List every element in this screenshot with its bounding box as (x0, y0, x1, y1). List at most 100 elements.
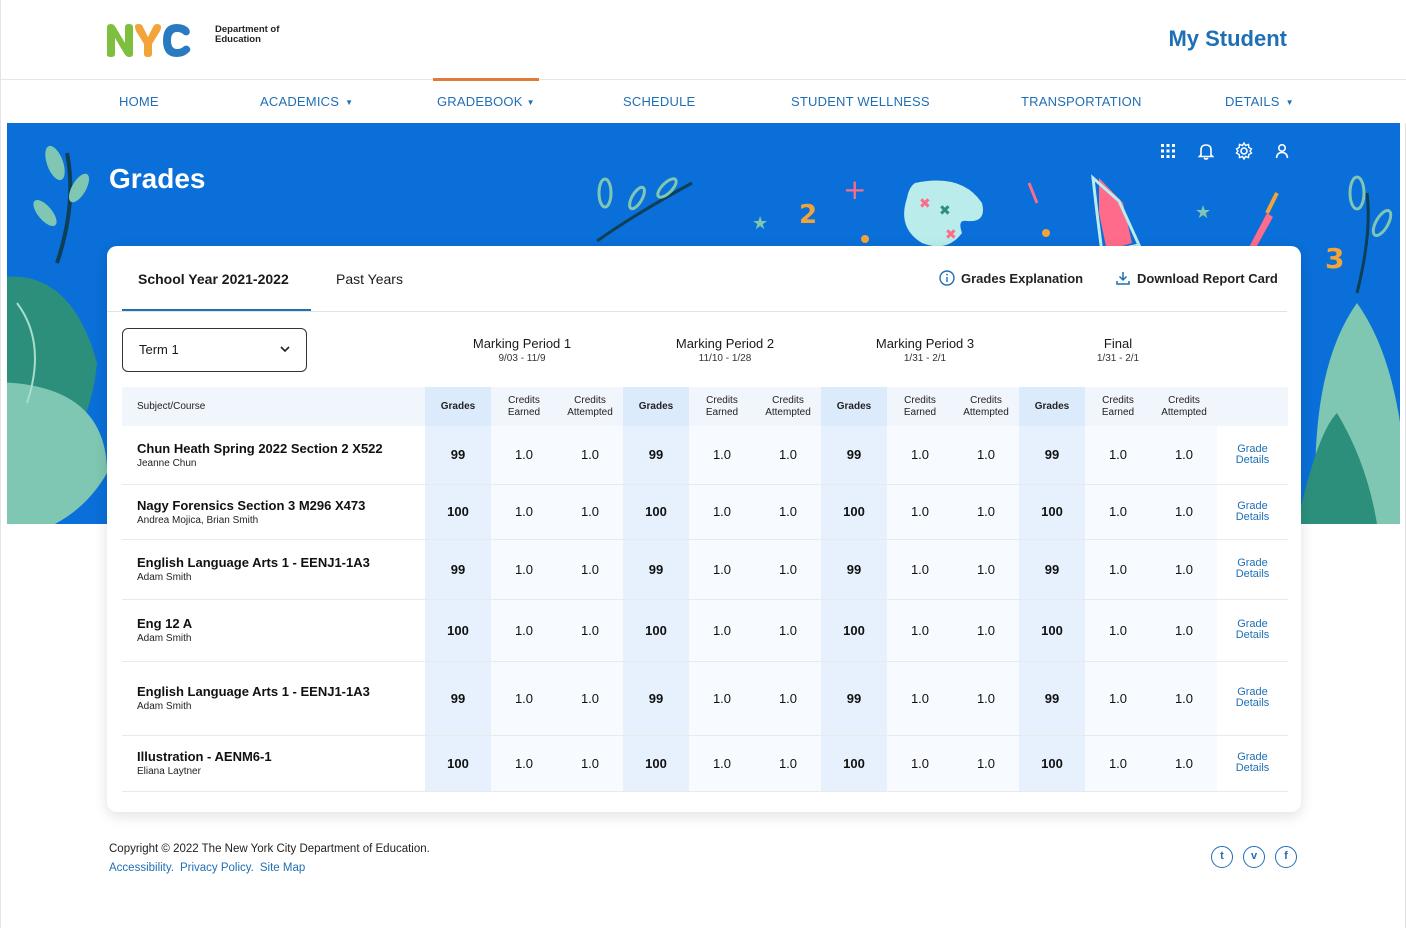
grade-cell: 100 (1019, 735, 1085, 792)
credits-earned-cell: 1.0 (491, 599, 557, 662)
grade-cell: 99 (821, 539, 887, 600)
table-header-row: Subject/Course Grades Credits Earned Cre… (122, 387, 1288, 426)
chevron-down-icon (280, 329, 290, 390)
credits-attempted-cell: 1.0 (557, 484, 623, 540)
grade-cell: 99 (1019, 539, 1085, 600)
period-dates: 11/10 - 1/28 (698, 353, 752, 364)
nav-transportation[interactable]: TRANSPORTATION (1021, 80, 1142, 123)
grade-details-link[interactable]: Grade Details (1231, 558, 1275, 580)
term-select[interactable]: Term 1 (122, 328, 307, 372)
course-cell: Eng 12 A Adam Smith (122, 599, 425, 662)
nav-home-label: HOME (119, 94, 159, 109)
teacher-name: Jeanne Chun (137, 457, 197, 469)
teacher-name: Eliana Laytner (137, 766, 201, 777)
credits-earned-cell: 1.0 (491, 661, 557, 736)
footer-link-accessibility[interactable]: Accessibility. (109, 862, 174, 874)
period-title: Marking Period 2 (675, 336, 775, 351)
nav-transportation-label: TRANSPORTATION (1021, 94, 1142, 109)
nav-home[interactable]: HOME (119, 80, 159, 123)
user-icon[interactable] (1272, 141, 1292, 161)
credits-attempted-cell: 1.0 (1151, 484, 1217, 540)
grade-cell: 99 (821, 661, 887, 736)
credits-earned-cell: 1.0 (491, 735, 557, 792)
year-tabs: School Year 2021-2022 Past Years Grades … (107, 246, 1301, 312)
grade-cell: 100 (623, 484, 689, 540)
chevron-down-icon: ▼ (526, 98, 535, 107)
credits-earned-cell: 1.0 (491, 426, 557, 485)
grades-header: Grades (623, 387, 689, 426)
grades-table: Subject/Course Grades Credits Earned Cre… (122, 387, 1288, 792)
credits-earned-cell: 1.0 (689, 735, 755, 792)
credits-attempted-cell: 1.0 (755, 539, 821, 600)
credits-attempted-cell: 1.0 (953, 484, 1019, 540)
grade-details-link[interactable]: Grade Details (1231, 443, 1275, 466)
details-cell: Grade Details (1217, 599, 1288, 662)
download-report-card-link[interactable]: Download Report Card (1115, 270, 1278, 286)
grade-cell: 99 (425, 426, 491, 485)
period-dates: 1/31 - 2/1 (1096, 353, 1140, 364)
svg-text:★: ★ (752, 213, 768, 234)
leaf-illustration-right: 3 (1297, 175, 1400, 524)
nyc-doe-logo[interactable]: Department of Education (105, 20, 285, 60)
grades-explanation-label: Grades Explanation (961, 270, 1084, 286)
course-cell: Nagy Forensics Section 3 M296 X473 Andrea… (122, 484, 425, 540)
course-name: English Language Arts 1 - EENJ1-1A3 (137, 684, 370, 699)
grade-details-link[interactable]: Grade Details (1231, 500, 1275, 523)
twitter-icon[interactable]: t (1211, 846, 1233, 868)
grade-cell: 99 (1019, 426, 1085, 485)
nav-gradebook[interactable]: GRADEBOOK ▼ (433, 78, 539, 123)
course-cell: English Language Arts 1 - EENJ1-1A3 Adam … (122, 539, 425, 600)
svg-text:✖: ✖ (945, 227, 957, 243)
apps-grid-icon[interactable] (1158, 141, 1178, 161)
details-cell: Grade Details (1217, 661, 1288, 736)
credits-attempted-header: Credits Attempted (953, 387, 1019, 426)
grade-cell: 99 (821, 426, 887, 485)
grade-details-link[interactable]: Grade Details (1231, 752, 1275, 774)
course-cell: Illustration - AENM6-1 Eliana Laytner (122, 735, 425, 792)
facebook-icon[interactable]: f (1275, 846, 1297, 868)
credits-earned-cell: 1.0 (887, 484, 953, 540)
svg-text:✖: ✖ (919, 196, 931, 212)
marking-period-1-header: Marking Period 1 9/03 - 11/9 (422, 336, 622, 364)
period-dates: 9/03 - 11/9 (498, 353, 546, 364)
grade-cell: 100 (425, 484, 491, 540)
grade-cell: 99 (425, 661, 491, 736)
svg-text:3: 3 (1325, 242, 1344, 275)
top-header: Department of Education My Student (1, 0, 1406, 80)
tab-school-year-2021-2022[interactable]: School Year 2021-2022 (122, 246, 311, 312)
nav-student-wellness[interactable]: STUDENT WELLNESS (791, 80, 930, 123)
nav-schedule[interactable]: SCHEDULE (623, 80, 695, 123)
chevron-down-icon: ▼ (1285, 98, 1294, 107)
credits-attempted-header: Credits Attempted (755, 387, 821, 426)
course-name: Illustration - AENM6-1 (137, 749, 272, 764)
credits-attempted-cell: 1.0 (953, 735, 1019, 792)
nav-details[interactable]: DETAILS ▼ (1225, 80, 1294, 123)
credits-attempted-cell: 1.0 (755, 484, 821, 540)
grade-details-link[interactable]: Grade Details (1231, 619, 1275, 641)
subject-header: Subject/Course (122, 387, 425, 426)
footer-link-privacy-policy[interactable]: Privacy Policy. (180, 862, 254, 874)
nav-details-label: DETAILS (1225, 94, 1280, 109)
nav-academics-label: ACADEMICS (260, 94, 340, 109)
teacher-name: Adam Smith (137, 701, 192, 712)
credits-attempted-cell: 1.0 (953, 661, 1019, 736)
nav-academics[interactable]: ACADEMICS ▼ (260, 80, 353, 123)
grade-cell: 99 (1019, 661, 1085, 736)
credits-attempted-cell: 1.0 (953, 539, 1019, 600)
credits-earned-header: Credits Earned (1085, 387, 1151, 426)
chevron-down-icon: ▼ (345, 98, 354, 107)
gear-icon[interactable] (1234, 141, 1254, 161)
table-row: Eng 12 A Adam Smith 100 1.0 1.0 100 1.0 1.0 100 1… (122, 599, 1288, 662)
tab-past-years[interactable]: Past Years (336, 246, 403, 312)
hero-toolbar (1158, 141, 1292, 161)
details-cell: Grade Details (1217, 735, 1288, 792)
footer-link-site-map[interactable]: Site Map (260, 862, 305, 874)
vimeo-icon[interactable]: v (1243, 846, 1265, 868)
info-icon (939, 270, 955, 286)
bell-icon[interactable] (1196, 141, 1216, 161)
footer-links: Accessibility. Privacy Policy. Site Map (109, 862, 305, 874)
grades-explanation-link[interactable]: Grades Explanation (939, 270, 1083, 286)
credits-earned-cell: 1.0 (689, 484, 755, 540)
grade-details-link[interactable]: Grade Details (1231, 687, 1275, 709)
details-cell: Grade Details (1217, 539, 1288, 600)
